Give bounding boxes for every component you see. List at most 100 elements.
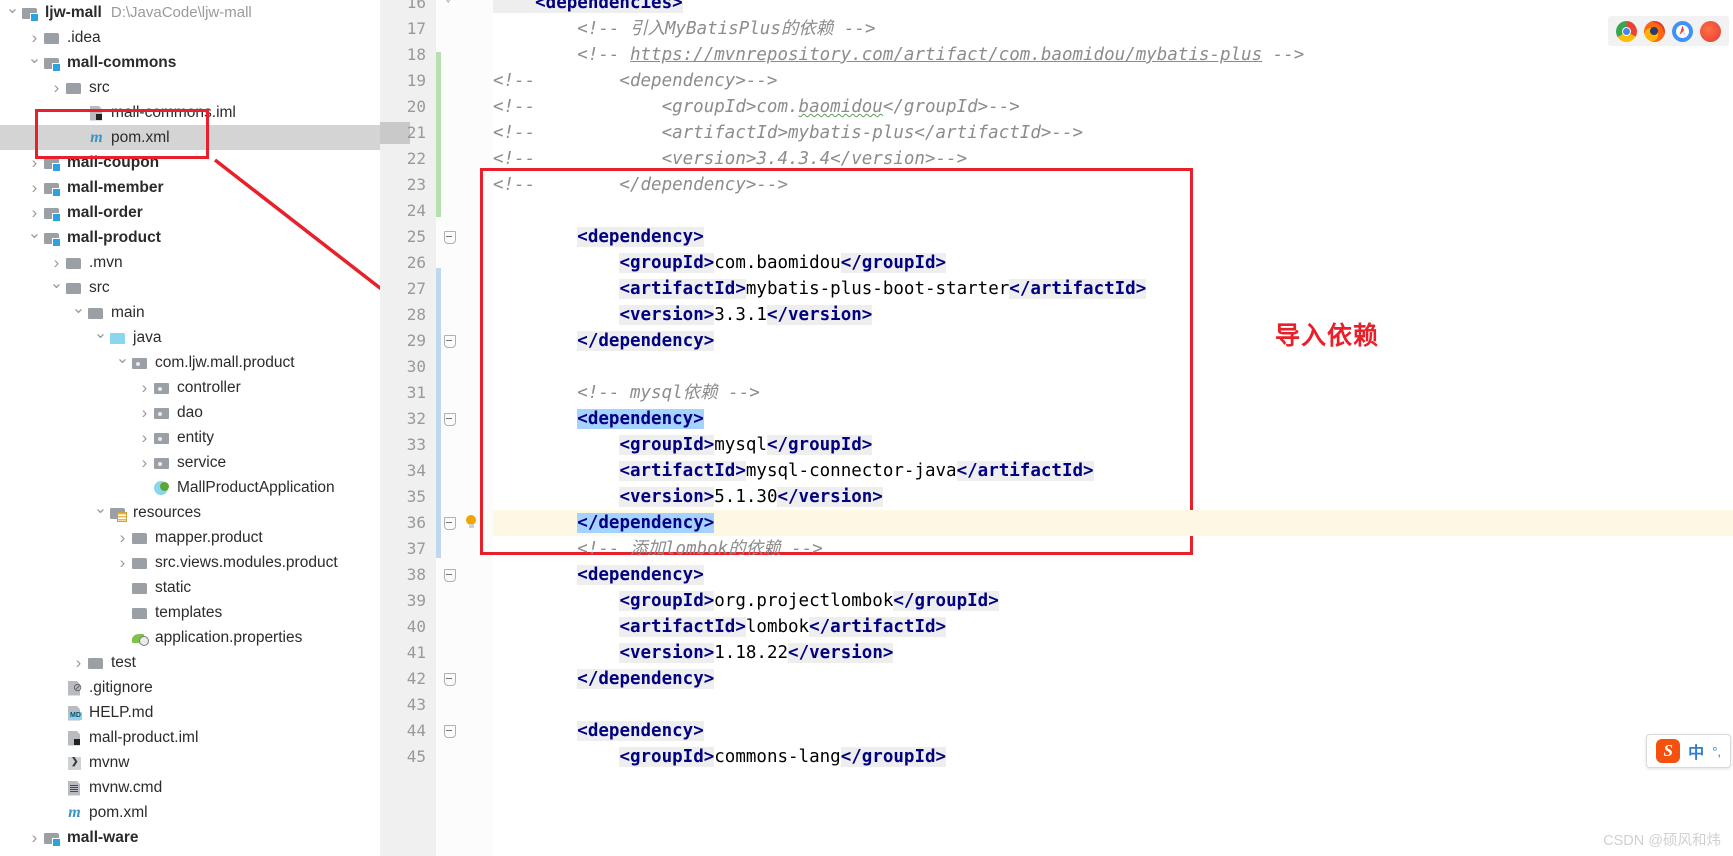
code-fold-toggle[interactable]: [442, 406, 456, 432]
tree-item-mall-member[interactable]: mall-member: [0, 175, 420, 200]
chevron-down-icon[interactable]: [48, 280, 65, 296]
code-line[interactable]: [493, 692, 1733, 718]
sogou-ime-widget[interactable]: S 中 °,: [1646, 734, 1731, 768]
code-line[interactable]: <dependency>: [493, 406, 1733, 432]
tree-item-pom-xml[interactable]: m pom.xml: [0, 125, 420, 150]
code-line[interactable]: <!-- mysql依赖 -->: [493, 380, 1733, 406]
code-line[interactable]: <version>1.18.22</version>: [493, 640, 1733, 666]
chevron-right-icon[interactable]: [114, 554, 131, 571]
tree-item-src-views-modules-product[interactable]: src.views.modules.product: [0, 550, 420, 575]
code-fold-toggle[interactable]: [442, 666, 456, 692]
code-line[interactable]: <groupId>org.projectlombok</groupId>: [493, 588, 1733, 614]
tree-item-mall-commons[interactable]: mall-commons: [0, 50, 420, 75]
ime-mode-label[interactable]: 中: [1688, 739, 1704, 763]
chevron-right-icon[interactable]: [26, 204, 43, 221]
tree-item-ljw-mall[interactable]: ljw-mall D:\JavaCode\ljw-mall: [0, 0, 420, 25]
code-line[interactable]: <!-- 添加lombok的依赖 -->: [493, 536, 1733, 562]
code-line[interactable]: <dependency>: [493, 562, 1733, 588]
code-fold-toggle[interactable]: [442, 224, 456, 250]
tree-item-help-md[interactable]: HELP.md: [0, 700, 420, 725]
chevron-right-icon[interactable]: [136, 429, 153, 446]
code-fold-toggle[interactable]: [442, 510, 456, 536]
code-line[interactable]: </dependency>: [493, 328, 1733, 354]
code-fold-toggle[interactable]: [442, 0, 456, 16]
tree-item--idea[interactable]: .idea: [0, 25, 420, 50]
code-line[interactable]: [493, 198, 1733, 224]
tree-item-static[interactable]: static: [0, 575, 420, 600]
tree-item-mvnw-cmd[interactable]: mvnw.cmd: [0, 775, 420, 800]
code-fold-toggle[interactable]: [442, 328, 456, 354]
code-line[interactable]: <!-- 引入MyBatisPlus的依赖 -->: [493, 16, 1733, 42]
sogou-icon[interactable]: S: [1656, 739, 1681, 763]
tree-item-templates[interactable]: templates: [0, 600, 420, 625]
chevron-down-icon[interactable]: [26, 230, 43, 246]
tree-item-mapper-product[interactable]: mapper.product: [0, 525, 420, 550]
code-line[interactable]: <groupId>mysql</groupId>: [493, 432, 1733, 458]
code-line[interactable]: <version>5.1.30</version>: [493, 484, 1733, 510]
chevron-right-icon[interactable]: [26, 154, 43, 171]
tree-item-mall-order[interactable]: mall-order: [0, 200, 420, 225]
intention-bulb-icon[interactable]: [464, 510, 480, 536]
tree-item-pom-xml[interactable]: m pom.xml: [0, 800, 420, 825]
project-tree-panel[interactable]: ljw-mall D:\JavaCode\ljw-mall .idea mall-co…: [0, 0, 420, 856]
tree-item-com-ljw-mall-product[interactable]: com.ljw.mall.product: [0, 350, 420, 375]
chevron-down-icon[interactable]: [26, 55, 43, 71]
chevron-right-icon[interactable]: [136, 379, 153, 396]
tree-item--gitignore[interactable]: .gitignore: [0, 675, 420, 700]
code-line[interactable]: <dependency>: [493, 224, 1733, 250]
tree-item-mall-product[interactable]: mall-product: [0, 225, 420, 250]
code-line[interactable]: <!-- <groupId>com.baomidou</groupId>-->: [493, 94, 1733, 120]
tree-item-controller[interactable]: controller: [0, 375, 420, 400]
code-line[interactable]: <version>3.3.1</version>: [493, 302, 1733, 328]
tree-item-src[interactable]: src: [0, 75, 420, 100]
chevron-down-icon[interactable]: [4, 5, 21, 21]
code-line[interactable]: </dependency>: [493, 510, 1733, 536]
tree-item-entity[interactable]: entity: [0, 425, 420, 450]
chrome-icon[interactable]: [1616, 20, 1637, 42]
chevron-right-icon[interactable]: [26, 179, 43, 196]
code-line[interactable]: <artifactId>mysql-connector-java</artifa…: [493, 458, 1733, 484]
chevron-down-icon[interactable]: [92, 330, 109, 346]
code-line[interactable]: <dependencies>: [493, 0, 1733, 16]
safari-icon[interactable]: [1672, 20, 1693, 42]
tree-item-application-properties[interactable]: application.properties: [0, 625, 420, 650]
code-line[interactable]: <artifactId>lombok</artifactId>: [493, 614, 1733, 640]
code-line[interactable]: <groupId>com.baomidou</groupId>: [493, 250, 1733, 276]
tree-item-java[interactable]: java: [0, 325, 420, 350]
tree-item-dao[interactable]: dao: [0, 400, 420, 425]
tree-item-mallproductapplication[interactable]: MallProductApplication: [0, 475, 420, 500]
code-line[interactable]: <groupId>commons-lang</groupId>: [493, 744, 1733, 770]
tree-item-service[interactable]: service: [0, 450, 420, 475]
tree-item-mvnw[interactable]: mvnw: [0, 750, 420, 775]
tree-item-resources[interactable]: resources: [0, 500, 420, 525]
chevron-right-icon[interactable]: [136, 404, 153, 421]
code-line[interactable]: <dependency>: [493, 718, 1733, 744]
tree-item-test[interactable]: test: [0, 650, 420, 675]
chevron-right-icon[interactable]: [26, 829, 43, 846]
tree-item-mall-commons-iml[interactable]: mall-commons.iml: [0, 100, 420, 125]
firefox-icon[interactable]: [1644, 20, 1665, 42]
code-line[interactable]: </dependency>: [493, 666, 1733, 692]
code-line[interactable]: <!-- </dependency>-->: [493, 172, 1733, 198]
opera-icon[interactable]: [1700, 20, 1721, 42]
code-line[interactable]: [493, 354, 1733, 380]
ime-punctuation-label[interactable]: °,: [1712, 744, 1721, 759]
chevron-right-icon[interactable]: [70, 654, 87, 671]
chevron-right-icon[interactable]: [26, 29, 43, 46]
tree-item-src[interactable]: src: [0, 275, 420, 300]
chevron-down-icon[interactable]: [70, 305, 87, 321]
chevron-right-icon[interactable]: [114, 529, 131, 546]
browser-icon-tray[interactable]: [1608, 16, 1729, 46]
chevron-down-icon[interactable]: [92, 505, 109, 521]
chevron-right-icon[interactable]: [48, 79, 65, 96]
chevron-right-icon[interactable]: [136, 454, 153, 471]
code-line[interactable]: <!-- https://mvnrepository.com/artifact/…: [493, 42, 1733, 68]
tree-item-mall-coupon[interactable]: mall-coupon: [0, 150, 420, 175]
chevron-right-icon[interactable]: [48, 254, 65, 271]
code-fold-toggle[interactable]: [442, 562, 456, 588]
tree-item--mvn[interactable]: .mvn: [0, 250, 420, 275]
tree-item-mall-product-iml[interactable]: mall-product.iml: [0, 725, 420, 750]
code-line[interactable]: <artifactId>mybatis-plus-boot-starter</a…: [493, 276, 1733, 302]
code-line[interactable]: <!-- <artifactId>mybatis-plus</artifactI…: [493, 120, 1733, 146]
tree-item-mall-ware[interactable]: mall-ware: [0, 825, 420, 850]
